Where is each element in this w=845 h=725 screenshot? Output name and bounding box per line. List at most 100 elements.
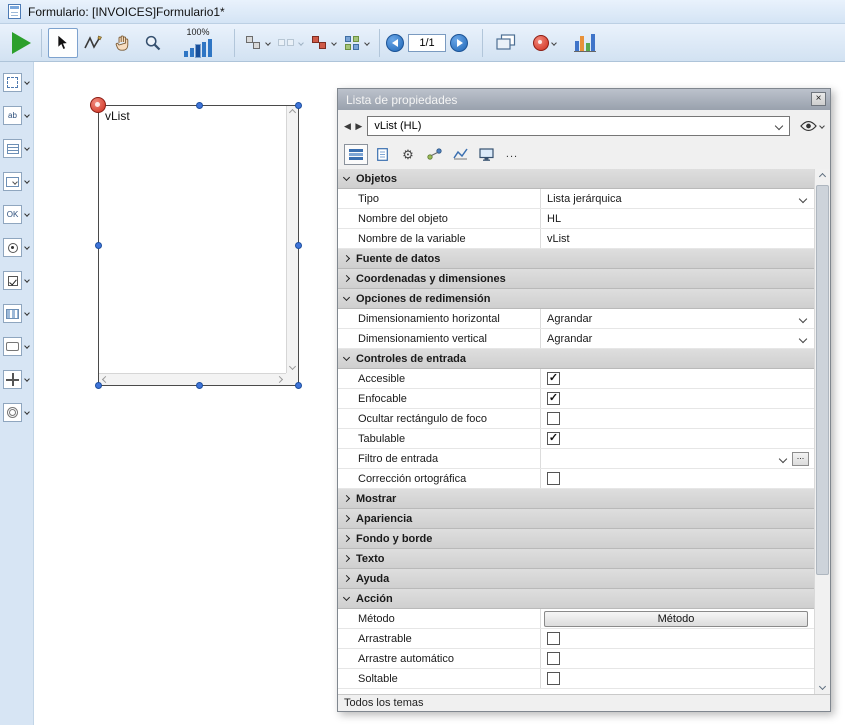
zoom-bar-2[interactable] [190,48,194,57]
property-grid: Objetos Tipo Lista jerárquica Nombre del… [338,169,814,694]
property-label: Dimensionamiento horizontal [358,313,500,325]
zoom-tool-button[interactable] [138,28,168,58]
property-list-toggle-button[interactable] [570,28,600,58]
selection-handle[interactable] [196,102,203,109]
tool-radio-button[interactable] [3,236,33,259]
tool-group-box[interactable] [3,335,33,358]
nombre-objeto-field[interactable]: HL [540,209,814,228]
ocultar-foco-checkbox[interactable] [547,412,560,425]
scroll-down-button[interactable] [815,679,830,694]
tool-button-grid[interactable] [3,302,33,325]
close-button[interactable]: × [811,92,826,106]
scroll-down-icon [819,683,826,690]
section-controles-entrada[interactable]: Controles de entrada [338,349,814,369]
tab-settings[interactable]: ⚙ [396,144,420,165]
object-vertical-scrollbar[interactable] [286,106,298,373]
arrastrable-checkbox[interactable] [547,632,560,645]
section-apariencia[interactable]: Apariencia [338,509,814,529]
palette-scrollbar[interactable] [814,169,830,694]
tool-ok-button[interactable]: OK [3,203,33,226]
tab-all-properties[interactable] [344,144,368,165]
tool-form-box[interactable] [3,71,33,94]
property-row-nombre-variable: Nombre de la variable vList [338,229,814,249]
tipo-dropdown[interactable]: Lista jerárquica [540,189,814,208]
chevron-down-icon [24,244,30,250]
soltable-checkbox[interactable] [547,672,560,685]
selection-handle[interactable] [295,382,302,389]
window-title: Formulario: [INVOICES]Formulario1* [28,5,225,19]
scroll-up-icon[interactable] [289,109,296,116]
object-horizontal-scrollbar[interactable] [99,373,286,385]
palette-titlebar[interactable]: Lista de propiedades [338,89,830,110]
property-label: Nombre del objeto [358,213,448,225]
section-ayuda[interactable]: Ayuda [338,569,814,589]
zoom-level-control[interactable]: 100% [172,27,224,59]
scroll-up-button[interactable] [815,169,830,184]
tab-chart[interactable] [448,144,472,165]
accesible-checkbox[interactable]: ✓ [547,372,560,385]
enfocable-checkbox[interactable]: ✓ [547,392,560,405]
section-mostrar[interactable]: Mostrar [338,489,814,509]
nombre-variable-field[interactable]: vList [540,229,814,248]
section-fuente-de-datos[interactable]: Fuente de datos [338,249,814,269]
selection-handle[interactable] [95,242,102,249]
main-toolbar: 100% [0,24,845,62]
object-selector-combo[interactable]: vList (HL) [367,116,790,136]
tab-events[interactable] [422,144,446,165]
scroll-down-icon[interactable] [289,363,296,370]
filtro-entrada-dropdown[interactable]: ... [540,449,814,468]
zoom-bar-1[interactable] [184,51,188,57]
section-fondo-borde[interactable]: Fondo y borde [338,529,814,549]
tab-more-button[interactable]: ... [500,144,524,165]
hierarchical-list-object[interactable]: vList [98,105,299,386]
section-objetos[interactable]: Objetos [338,169,814,189]
run-form-button[interactable] [12,32,31,54]
filtro-more-button[interactable]: ... [792,452,809,466]
selection-handle[interactable] [295,242,302,249]
tab-page[interactable] [370,144,394,165]
tool-text-input[interactable]: ab [3,104,33,127]
windows-list-button[interactable] [489,28,523,58]
correccion-checkbox[interactable] [547,472,560,485]
zoom-bar-current[interactable] [196,45,200,57]
tab-display[interactable] [474,144,498,165]
level-menu-button[interactable] [307,28,340,58]
section-accion[interactable]: Acción [338,589,814,609]
tool-checkbox[interactable] [3,269,33,292]
previous-page-button[interactable] [386,34,404,52]
arrastre-automatico-checkbox[interactable] [547,652,560,665]
zoom-bars-icon[interactable] [184,38,212,57]
object-nav-buttons[interactable]: ◀ ▶ [344,121,363,132]
dim-horizontal-dropdown[interactable]: Agrandar [540,309,814,328]
visibility-menu-button[interactable] [800,120,824,132]
distribute-menu-button[interactable] [274,28,307,58]
section-coordenadas[interactable]: Coordenadas y dimensiones [338,269,814,289]
palette-footer: Todos los temas [338,694,830,711]
selection-handle[interactable] [196,382,203,389]
pan-tool-button[interactable] [108,28,138,58]
select-tool-button[interactable] [48,28,78,58]
tool-splitter[interactable] [3,368,33,391]
entry-order-tool-button[interactable] [78,28,108,58]
scroll-left-icon[interactable] [102,376,109,383]
tool-combo-box[interactable] [3,170,33,193]
tool-tab-control[interactable] [3,401,33,424]
dim-vertical-dropdown[interactable]: Agrandar [540,329,814,348]
views-menu-button[interactable] [529,28,560,58]
section-redimension[interactable]: Opciones de redimensión [338,289,814,309]
selection-handle[interactable] [295,102,302,109]
grid-menu-button[interactable] [340,28,373,58]
align-menu-button[interactable] [241,28,274,58]
selection-handle[interactable] [95,382,102,389]
section-texto[interactable]: Texto [338,549,814,569]
next-page-button[interactable] [450,34,468,52]
zoom-bar-4[interactable] [202,42,206,57]
zoom-bar-5[interactable] [208,39,212,57]
bar-chart-icon [574,34,597,52]
tabulable-checkbox[interactable]: ✓ [547,432,560,445]
tool-list-box[interactable] [3,137,33,160]
metodo-button[interactable]: Método [544,611,808,627]
scroll-right-icon[interactable] [276,376,283,383]
events-badge-icon[interactable] [90,97,106,113]
scrollbar-thumb[interactable] [816,185,829,575]
